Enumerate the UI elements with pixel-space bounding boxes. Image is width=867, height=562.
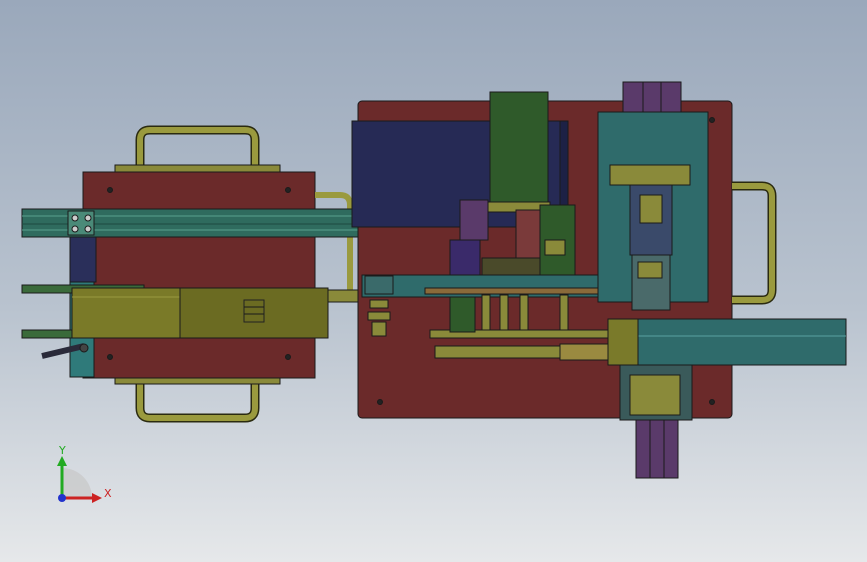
coordinate-triad: Y X xyxy=(57,444,112,503)
left-top-handle[interactable] xyxy=(135,125,260,170)
triad-z-disc xyxy=(62,468,92,498)
vertical-slide-bottom[interactable] xyxy=(635,419,679,479)
triad-y-label: Y xyxy=(58,444,66,457)
triad-z-axis xyxy=(58,494,66,502)
assembly-drawing: Y X xyxy=(21,81,847,503)
left-bottom-handle[interactable] xyxy=(135,380,260,423)
cad-viewport[interactable]: Y X xyxy=(0,0,867,562)
left-base-plate[interactable] xyxy=(82,171,316,379)
triad-x-label: X xyxy=(104,487,112,500)
right-linear-rail[interactable] xyxy=(607,318,847,366)
right-side-handle[interactable] xyxy=(732,181,777,305)
motor-block[interactable] xyxy=(489,91,549,203)
